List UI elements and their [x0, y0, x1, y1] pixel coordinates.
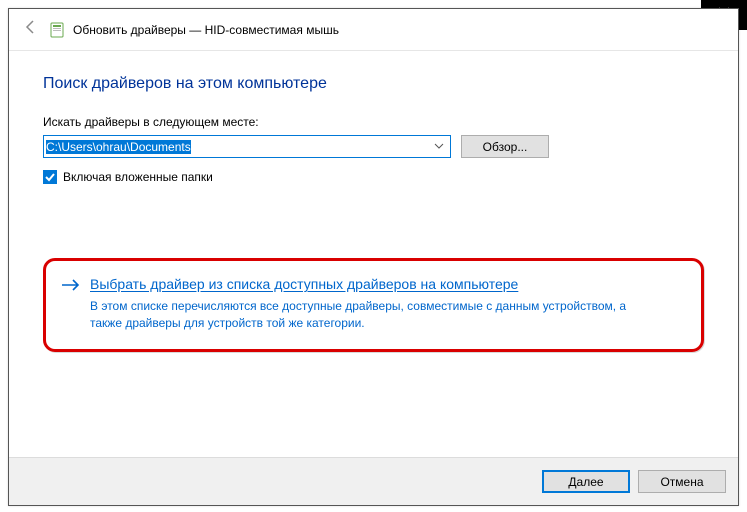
include-subfolders-row: Включая вложенные папки: [43, 170, 704, 184]
back-arrow-icon: [22, 18, 40, 41]
next-button[interactable]: Далее: [542, 470, 630, 493]
include-subfolders-label: Включая вложенные папки: [63, 170, 213, 184]
window-title: Обновить драйверы — HID-совместимая мышь: [73, 23, 339, 37]
checkmark-icon: [44, 171, 56, 183]
pick-from-list-link[interactable]: Выбрать драйвер из списка доступных драй…: [60, 275, 685, 331]
arrow-right-icon: [60, 275, 80, 331]
include-subfolders-checkbox[interactable]: [43, 170, 57, 184]
driver-icon: [49, 22, 65, 38]
browse-button[interactable]: Обзор...: [461, 135, 549, 158]
path-value: C:\Users\ohrau\Documents: [46, 140, 430, 154]
back-button[interactable]: [17, 16, 45, 44]
search-location-label: Искать драйверы в следующем месте:: [43, 115, 704, 129]
pick-text-block: Выбрать драйвер из списка доступных драй…: [90, 275, 650, 331]
page-heading: Поиск драйверов на этом компьютере: [43, 75, 704, 93]
title-bar: Обновить драйверы — HID-совместимая мышь: [9, 9, 738, 51]
path-combobox[interactable]: C:\Users\ohrau\Documents: [43, 135, 451, 158]
pick-title: Выбрать драйвер из списка доступных драй…: [90, 275, 650, 294]
chevron-down-icon[interactable]: [430, 141, 448, 152]
cancel-button[interactable]: Отмена: [638, 470, 726, 493]
content-area: Поиск драйверов на этом компьютере Искат…: [9, 51, 738, 352]
path-row: C:\Users\ohrau\Documents Обзор...: [43, 135, 704, 158]
highlight-callout: Выбрать драйвер из списка доступных драй…: [43, 258, 704, 352]
footer-bar: Далее Отмена: [9, 457, 738, 505]
dialog-window: Обновить драйверы — HID-совместимая мышь…: [8, 8, 739, 506]
pick-description: В этом списке перечисляются все доступны…: [90, 298, 650, 332]
